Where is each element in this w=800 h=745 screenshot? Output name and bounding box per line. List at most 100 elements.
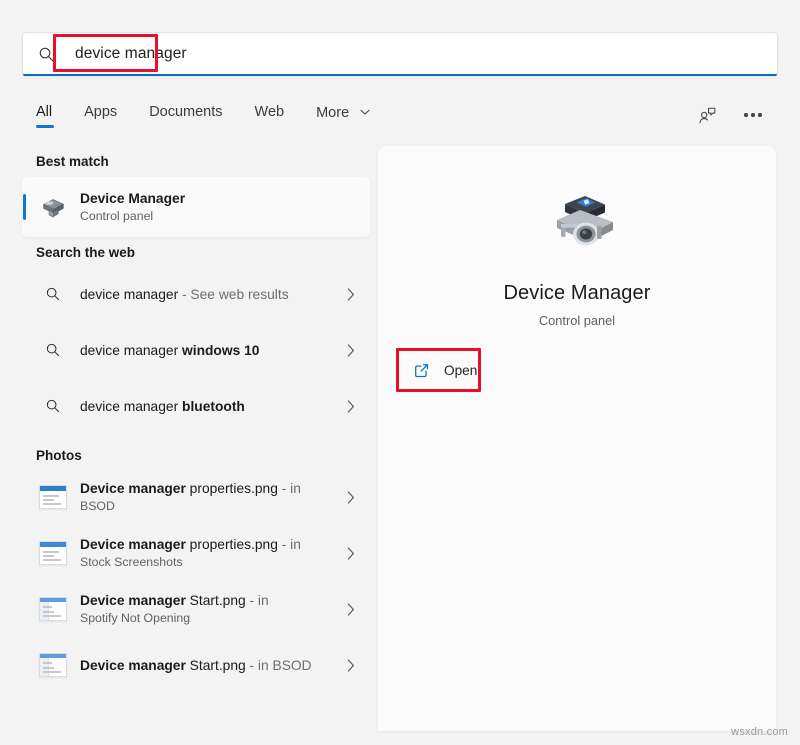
chevron-right-icon[interactable] (342, 547, 360, 560)
windows-search-panel: device manager All Apps Documents Web Mo… (0, 0, 800, 745)
preview-subtitle: Control panel (378, 313, 776, 328)
selected-accent-bar (23, 194, 26, 220)
result-text: device manager - See web results (80, 286, 336, 303)
result-title: Device manager properties.png - in (80, 536, 336, 553)
photo-name-rest: properties.png (186, 537, 278, 552)
chevron-right-icon[interactable] (342, 288, 360, 301)
thumbnail (39, 653, 67, 677)
result-title: Device manager properties.png - in (80, 480, 336, 497)
result-text: device manager windows 10 (80, 342, 336, 359)
tab-all-label: All (36, 104, 52, 120)
tab-more-label: More (316, 105, 349, 121)
tab-documents-label: Documents (149, 104, 222, 120)
result-subtitle: Control panel (80, 208, 360, 224)
result-title: device manager - See web results (80, 286, 336, 303)
open-button[interactable]: Open (400, 352, 491, 388)
result-item-device-manager[interactable]: Device Manager Control panel (22, 177, 370, 237)
chevron-right-icon[interactable] (342, 491, 360, 504)
device-manager-icon (535, 188, 619, 262)
result-subtitle: Stock Screenshots (80, 554, 336, 570)
tab-apps[interactable]: Apps (68, 100, 133, 130)
photo-name-match: Device manager (80, 593, 186, 608)
open-external-icon (406, 355, 436, 385)
thumbnail (39, 485, 67, 509)
photo-result-item[interactable]: Device manager Start.png - in BSOD (22, 637, 370, 693)
result-text: Device manager properties.png - in Stock… (80, 536, 336, 570)
photo-result-item[interactable]: Device manager properties.png - in BSOD (22, 469, 370, 525)
web-query-text: device manager (80, 287, 178, 302)
thumbnail (39, 541, 67, 565)
search-input-value: device manager (69, 42, 193, 67)
photo-location-prefix: - in (278, 481, 301, 496)
device-manager-icon (36, 190, 70, 224)
result-subtitle: Spotify Not Opening (80, 610, 336, 626)
search-filter-tabs: All Apps Documents Web More (22, 94, 778, 136)
result-title: Device manager Start.png - in BSOD (80, 657, 336, 674)
preview-title: Device Manager (378, 282, 776, 305)
section-title-photos: Photos (22, 434, 370, 469)
search-icon (23, 46, 69, 63)
tab-active-indicator (36, 125, 54, 128)
web-result-item[interactable]: device manager bluetooth (22, 378, 370, 434)
web-result-item[interactable]: device manager windows 10 (22, 322, 370, 378)
photo-name-rest: Start.png (186, 658, 246, 673)
result-title: device manager bluetooth (80, 398, 336, 415)
result-text: Device manager Start.png - in BSOD (80, 657, 336, 674)
section-title-best-match: Best match (22, 146, 370, 175)
web-query-text: device manager (80, 343, 182, 358)
result-text: device manager bluetooth (80, 398, 336, 415)
result-text: Device Manager Control panel (80, 190, 360, 224)
photo-location-prefix: - in BSOD (246, 658, 312, 673)
web-query-text: device manager (80, 399, 182, 414)
photo-location-prefix: - in (246, 593, 269, 608)
watermark: wsxdn.com (731, 726, 788, 738)
tab-more[interactable]: More (300, 100, 386, 131)
web-suffix-text: - See web results (178, 287, 288, 302)
chevron-right-icon[interactable] (342, 659, 360, 672)
result-title: device manager windows 10 (80, 342, 336, 359)
result-subtitle: BSOD (80, 498, 336, 514)
tab-documents[interactable]: Documents (133, 100, 238, 130)
photo-thumbnail-icon (36, 480, 70, 514)
open-button-label: Open (444, 363, 477, 378)
section-title-search-the-web: Search the web (22, 237, 370, 266)
search-icon (36, 277, 70, 311)
preview-panel: Device Manager Control panel Open (378, 146, 776, 731)
search-box[interactable]: device manager (22, 32, 778, 76)
search-icon (36, 389, 70, 423)
search-icon (36, 333, 70, 367)
ellipsis-glyph (744, 113, 761, 116)
feedback-icon[interactable] (694, 102, 720, 128)
tab-apps-label: Apps (84, 104, 117, 120)
web-suggestion-text: bluetooth (182, 399, 245, 414)
photo-name-rest: properties.png (186, 481, 278, 496)
result-title: Device Manager (80, 190, 360, 207)
photo-name-match: Device manager (80, 481, 186, 496)
chevron-right-icon[interactable] (342, 344, 360, 357)
photo-thumbnail-icon (36, 648, 70, 682)
tab-web-label: Web (255, 104, 285, 120)
tab-web[interactable]: Web (239, 100, 301, 130)
photo-thumbnail-icon (36, 536, 70, 570)
tab-all[interactable]: All (22, 100, 68, 130)
photo-result-item[interactable]: Device manager properties.png - in Stock… (22, 525, 370, 581)
result-title: Device manager Start.png - in (80, 592, 336, 609)
thumbnail (39, 597, 67, 621)
search-input[interactable]: device manager (69, 33, 777, 75)
photo-name-match: Device manager (80, 658, 186, 673)
photo-result-item[interactable]: Device manager Start.png - in Spotify No… (22, 581, 370, 637)
photo-name-rest: Start.png (186, 593, 246, 608)
photo-thumbnail-icon (36, 592, 70, 626)
search-focus-underline (23, 74, 777, 76)
results-list: Best match Device Manager Control panel (22, 146, 370, 731)
web-result-item[interactable]: device manager - See web results (22, 266, 370, 322)
photo-location-prefix: - in (278, 537, 301, 552)
result-text: Device manager Start.png - in Spotify No… (80, 592, 336, 626)
chevron-right-icon[interactable] (342, 603, 360, 616)
web-suggestion-text: windows 10 (182, 343, 259, 358)
more-options-icon[interactable] (740, 102, 766, 128)
photo-name-match: Device manager (80, 537, 186, 552)
result-text: Device manager properties.png - in BSOD (80, 480, 336, 514)
chevron-right-icon[interactable] (342, 400, 360, 413)
chevron-down-icon (360, 104, 370, 120)
